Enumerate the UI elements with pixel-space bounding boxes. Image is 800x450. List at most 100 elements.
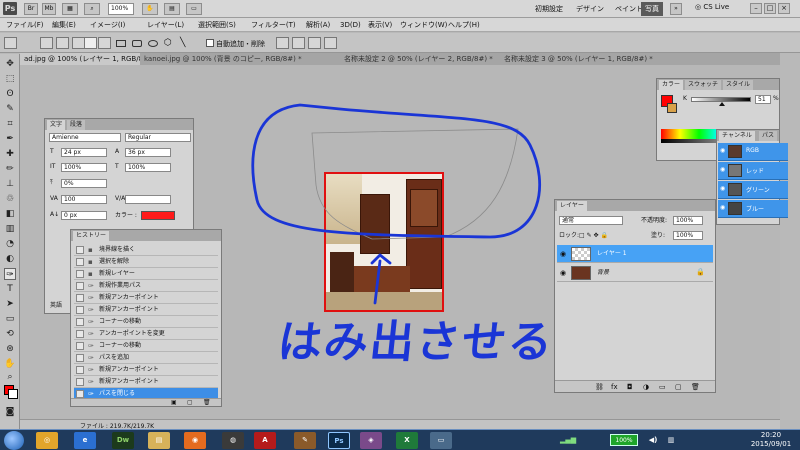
tracking-field[interactable]: 100 — [61, 195, 107, 204]
history-row[interactable]: ✑ 新規アンカーポイント — [74, 292, 218, 304]
arrange-docs-icon[interactable]: ▤ — [164, 3, 180, 15]
layer-mask-icon[interactable]: ◘ — [627, 383, 633, 391]
volume-icon[interactable]: ◀) — [646, 432, 660, 449]
eye-icon[interactable]: ◉ — [720, 147, 725, 154]
rounded-rect-shape-icon[interactable] — [132, 40, 142, 47]
pen-option-icon[interactable] — [84, 37, 97, 49]
new-group-icon[interactable]: ▭ — [659, 383, 666, 391]
screen-mode-icon[interactable]: ▭ — [186, 3, 202, 15]
eye-icon[interactable]: ◉ — [720, 204, 725, 211]
history-checkbox[interactable] — [76, 294, 84, 302]
baseline-field[interactable]: 0 px — [61, 211, 107, 220]
pen-tool-preset-icon[interactable] — [4, 37, 17, 49]
shape-tool-icon[interactable]: ▭ — [4, 313, 16, 325]
tab-paths[interactable]: パス — [759, 131, 778, 141]
eye-icon[interactable]: ◉ — [720, 185, 725, 192]
hand-tool-icon[interactable]: ✋ — [142, 3, 158, 15]
menu-filter[interactable]: フィルター(T) — [251, 20, 296, 30]
polygon-shape-icon[interactable]: ⬡ — [164, 39, 174, 48]
quick-select-tool-icon[interactable]: ✎ — [4, 103, 16, 115]
language-select[interactable]: 英語 — [50, 302, 62, 310]
eye-icon[interactable]: ◉ — [560, 250, 566, 258]
eyedropper-tool-icon[interactable]: ✒ — [4, 133, 16, 145]
tab-channels[interactable]: チャンネル — [719, 131, 755, 141]
workspace-photo[interactable]: 写真 — [641, 2, 663, 16]
tab-ad-jpg[interactable]: ad.jpg @ 100% (レイヤー 1, RGB/8#) * — [20, 53, 140, 65]
adjustment-layer-icon[interactable]: ◑ — [643, 383, 649, 391]
vertical-scale-field[interactable]: 100% — [61, 163, 107, 172]
opacity-field[interactable]: 100% — [673, 216, 703, 225]
paths-mode-icon[interactable] — [56, 37, 69, 49]
tab-character[interactable]: 文字 — [47, 120, 66, 130]
baseline-shift-field[interactable]: 0% — [61, 179, 107, 188]
3d-rotate-tool-icon[interactable]: ⟲ — [4, 328, 16, 340]
tab-layers[interactable]: レイヤー — [557, 201, 587, 211]
history-row[interactable]: ✑ パスを追加 — [74, 352, 218, 364]
workspace-design[interactable]: デザイン — [572, 2, 608, 16]
3d-orbit-tool-icon[interactable]: ⊛ — [4, 343, 16, 355]
acrobat-icon[interactable]: A — [254, 432, 276, 449]
menu-layer[interactable]: レイヤー(L) — [147, 20, 184, 30]
explorer-icon[interactable]: ▤ — [148, 432, 170, 449]
kerning-field[interactable] — [125, 195, 171, 204]
layer-row[interactable]: ◉ 背景 🔒 — [557, 264, 713, 282]
document-canvas[interactable]: はみ出させる 文字 段落 Amienne Regular T 24 px A 3… — [20, 65, 788, 430]
excel-icon[interactable]: X — [396, 432, 418, 449]
minimize-button[interactable]: – — [750, 3, 762, 14]
history-checkbox[interactable] — [76, 354, 84, 362]
layer-style-icon[interactable]: fx — [611, 383, 618, 391]
rectangle-shape-icon[interactable] — [116, 40, 126, 47]
lasso-tool-icon[interactable]: ʘ — [4, 88, 16, 100]
menu-help[interactable]: ヘルプ(H) — [448, 20, 480, 30]
extras-grid-icon[interactable]: ▦ — [62, 3, 78, 15]
path-combine-subtract-icon[interactable] — [292, 37, 305, 49]
network-icon[interactable]: ▥ — [664, 432, 678, 449]
history-row[interactable]: ✑ 新規アンカーポイント — [74, 364, 218, 376]
pen-tool-icon[interactable]: ✑ — [4, 268, 16, 280]
tab-color[interactable]: カラー — [659, 80, 684, 90]
menu-view[interactable]: 表示(V) — [368, 20, 392, 30]
channel-row-red[interactable]: ◉ レッド — [718, 162, 788, 180]
history-brush-tool-icon[interactable]: ♲ — [4, 193, 16, 205]
history-row[interactable]: ✑ 新規アンカーポイント — [74, 304, 218, 316]
history-row[interactable]: ✑ アンカーポイントを変更 — [74, 328, 218, 340]
path-combine-add-icon[interactable] — [276, 37, 289, 49]
ie-icon[interactable]: e — [74, 432, 96, 449]
eraser-tool-icon[interactable]: ◧ — [4, 208, 16, 220]
history-checkbox[interactable] — [76, 342, 84, 350]
tab-paragraph[interactable]: 段落 — [67, 120, 86, 130]
tab-kanoei-jpg[interactable]: kanoei.jpg @ 100% (背景 のコピー, RGB/8#) * — [140, 53, 340, 65]
horizontal-scale-field[interactable]: 100% — [125, 163, 171, 172]
history-checkbox[interactable] — [76, 390, 84, 398]
history-checkbox[interactable] — [76, 282, 84, 290]
bridge-button[interactable]: Br — [24, 3, 38, 15]
zoom-level-field[interactable]: 100% — [108, 3, 134, 15]
line-shape-icon[interactable]: ╲ — [180, 39, 190, 48]
clock[interactable]: 20:20 2015/09/01 — [744, 431, 798, 449]
tab-styles[interactable]: スタイル — [723, 80, 754, 90]
menu-3d[interactable]: 3D(D) — [340, 20, 361, 30]
brush-tool-icon[interactable]: ✏ — [4, 163, 16, 175]
font-style-select[interactable]: Regular — [125, 133, 191, 142]
eye-icon[interactable]: ◉ — [720, 166, 725, 173]
history-checkbox[interactable] — [76, 330, 84, 338]
blend-mode-select[interactable]: 通常 — [559, 216, 623, 225]
path-select-tool-icon[interactable]: ➤ — [4, 298, 16, 310]
history-checkbox[interactable] — [76, 246, 84, 254]
quick-mask-icon[interactable]: ◙ — [4, 406, 16, 418]
media-icon[interactable]: ◈ — [360, 432, 382, 449]
clone-stamp-tool-icon[interactable]: ⊥ — [4, 178, 16, 190]
cs-live-button[interactable]: ◎ CS Live — [695, 3, 729, 11]
history-checkbox[interactable] — [76, 258, 84, 266]
photoshop-taskbar-icon[interactable]: Ps — [328, 432, 350, 449]
freeform-pen-icon[interactable] — [98, 37, 111, 49]
gradient-tool-icon[interactable]: ▥ — [4, 223, 16, 235]
workspace-essentials[interactable]: 初期設定 — [531, 2, 567, 16]
zoom-tool-side-icon[interactable]: ⌕ — [4, 371, 16, 383]
close-button[interactable]: × — [778, 3, 790, 14]
signal-icon[interactable]: ▂▄▆ — [560, 432, 576, 449]
lock-icons[interactable]: □ ✎ ✥ 🔒 — [579, 232, 608, 240]
shape-layers-icon[interactable] — [40, 37, 53, 49]
history-row[interactable]: ▪ 境界線を描く — [74, 244, 218, 256]
delete-state-icon[interactable]: 🗑 — [203, 399, 211, 406]
